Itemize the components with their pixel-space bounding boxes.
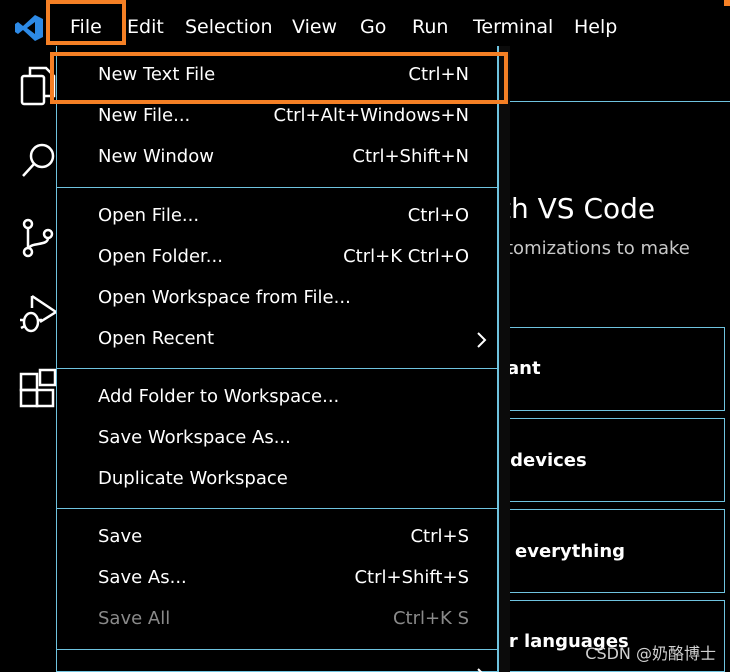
- walkthrough-card[interactable]: r devices: [495, 418, 725, 502]
- menu-item-shortcut: Ctrl+Shift+N: [352, 146, 469, 167]
- watermark: CSDN @奶酪博士: [585, 644, 716, 663]
- menu-item-save-as[interactable]: Save As... Ctrl+Shift+S: [57, 559, 499, 600]
- menu-item-shortcut: Ctrl+S: [410, 526, 469, 547]
- walkthrough-card[interactable]: everything: [498, 509, 725, 593]
- menu-go[interactable]: Go: [360, 14, 386, 40]
- menu-item-shortcut: Ctrl+Alt+Windows+N: [273, 105, 469, 126]
- menu-view[interactable]: View: [292, 14, 337, 40]
- dropdown-edge: [498, 46, 510, 672]
- menu-run[interactable]: Run: [412, 14, 448, 40]
- extensions-icon[interactable]: [18, 368, 58, 412]
- menu-item-save[interactable]: Save Ctrl+S: [57, 518, 499, 559]
- menu-item-label: Open File...: [98, 205, 200, 226]
- file-menu-dropdown: New Text File Ctrl+N New File... Ctrl+Al…: [56, 46, 499, 672]
- annotation-highlight-file: [46, 0, 126, 45]
- menu-separator: [57, 187, 499, 188]
- chevron-right-icon: [475, 330, 487, 350]
- menu-item-duplicate-workspace[interactable]: Duplicate Workspace: [57, 460, 499, 501]
- menu-item-label: Save Workspace As...: [98, 427, 291, 448]
- walkthrough-card[interactable]: ant: [498, 327, 725, 411]
- chevron-right-icon: [475, 666, 487, 672]
- editor-tab-divider: [498, 101, 730, 102]
- menu-edit[interactable]: Edit: [127, 14, 164, 40]
- menu-item-next-clipped[interactable]: [57, 658, 499, 672]
- menu-item-shortcut: Ctrl+Shift+S: [354, 567, 469, 588]
- menu-item-shortcut: Ctrl+O: [407, 205, 469, 226]
- menu-separator: [57, 368, 499, 369]
- menu-item-save-workspace-as[interactable]: Save Workspace As...: [57, 419, 499, 460]
- menu-separator: [57, 649, 499, 650]
- menu-item-add-folder-to-workspace[interactable]: Add Folder to Workspace...: [57, 378, 499, 419]
- menu-separator: [57, 508, 499, 509]
- menu-item-label: Open Folder...: [98, 246, 223, 267]
- menu-item-open-folder[interactable]: Open Folder... Ctrl+K Ctrl+O: [57, 238, 499, 279]
- menu-item-label: New Window: [98, 146, 214, 167]
- menu-terminal[interactable]: Terminal: [473, 14, 553, 40]
- vscode-logo-icon: [14, 14, 44, 42]
- search-icon[interactable]: [18, 140, 58, 184]
- menu-selection[interactable]: Selection: [185, 14, 273, 40]
- annotation-highlight-new-text-file: [50, 52, 508, 104]
- walkthrough-card-label: ant: [507, 358, 541, 379]
- menu-item-shortcut: Ctrl+K Ctrl+O: [343, 246, 469, 267]
- menu-item-label: New File...: [98, 105, 191, 126]
- menu-item-new-window[interactable]: New Window Ctrl+Shift+N: [57, 138, 499, 179]
- menu-item-shortcut: Ctrl+K S: [392, 608, 469, 629]
- welcome-subtitle: tomizations to make: [506, 238, 690, 259]
- menu-item-open-workspace[interactable]: Open Workspace from File...: [57, 279, 499, 320]
- menu-item-label: Duplicate Workspace: [98, 468, 288, 489]
- menu-item-open-file[interactable]: Open File... Ctrl+O: [57, 197, 499, 238]
- menu-item-open-recent[interactable]: Open Recent: [57, 320, 499, 361]
- menu-item-label: Open Workspace from File...: [98, 287, 351, 308]
- menu-item-save-all: Save All Ctrl+K S: [57, 600, 499, 641]
- activity-bar: [0, 48, 59, 672]
- menu-help[interactable]: Help: [574, 14, 617, 40]
- walkthrough-card-label: everything: [515, 541, 626, 562]
- menu-item-label: Save: [98, 526, 143, 547]
- source-control-icon[interactable]: [18, 216, 58, 260]
- welcome-title: th VS Code: [500, 192, 656, 225]
- menu-item-label: Add Folder to Workspace...: [98, 386, 340, 407]
- menu-item-label: Open Recent: [98, 328, 215, 349]
- menu-item-label: Save All: [98, 608, 171, 629]
- menu-item-label: Save As...: [98, 567, 187, 588]
- run-debug-icon[interactable]: [18, 292, 59, 336]
